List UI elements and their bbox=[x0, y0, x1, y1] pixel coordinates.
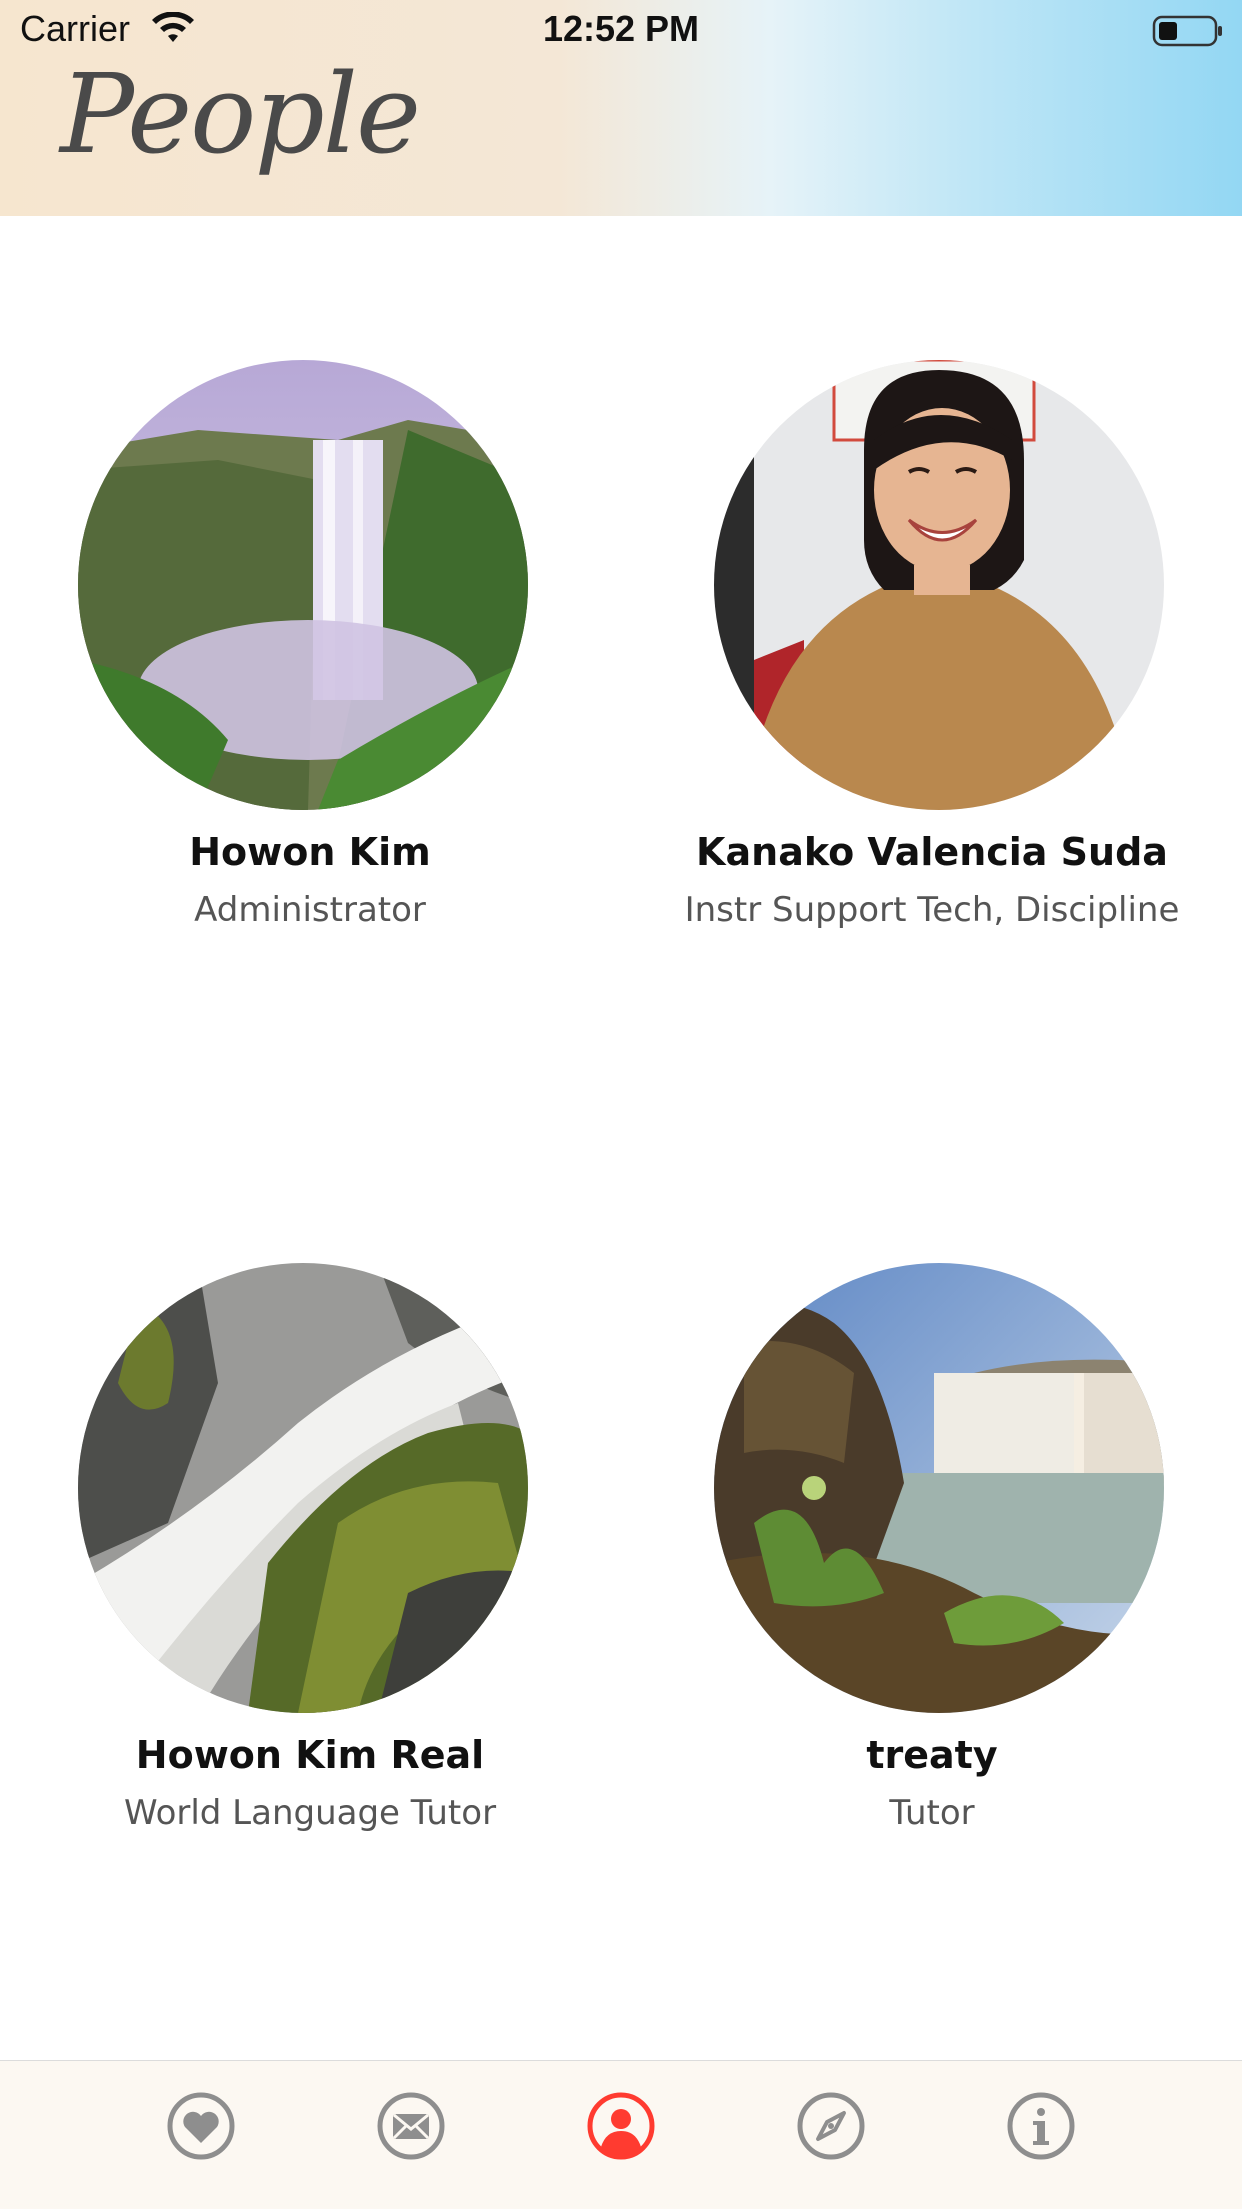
tab-info[interactable] bbox=[1006, 2091, 1076, 2161]
avatar[interactable] bbox=[714, 360, 1164, 810]
person-role: Administrator bbox=[194, 890, 426, 930]
info-icon bbox=[1006, 2091, 1076, 2161]
person-card[interactable]: treaty Tutor bbox=[622, 1263, 1242, 1863]
person-card[interactable]: Kanako Valencia Suda Instr Support Tech,… bbox=[622, 360, 1242, 960]
person-role: World Language Tutor bbox=[123, 1793, 497, 1833]
person-role: Instr Support Tech, Discipline bbox=[684, 890, 1180, 930]
tab-bar bbox=[0, 2060, 1242, 2209]
mail-icon bbox=[376, 2091, 446, 2161]
tab-explore[interactable] bbox=[796, 2091, 866, 2161]
person-name: Howon Kim bbox=[189, 830, 431, 874]
person-icon bbox=[586, 2091, 656, 2161]
person-name: Kanako Valencia Suda bbox=[696, 830, 1168, 874]
status-time: 12:52 PM bbox=[542, 8, 700, 49]
heart-icon bbox=[166, 2091, 236, 2161]
avatar[interactable] bbox=[78, 360, 528, 810]
tab-messages[interactable] bbox=[376, 2091, 446, 2161]
battery-icon bbox=[1152, 14, 1224, 48]
person-name: treaty bbox=[866, 1733, 998, 1777]
tab-favorites[interactable] bbox=[166, 2091, 236, 2161]
header: Carrier 12:52 PM People bbox=[0, 0, 1242, 216]
compass-icon bbox=[796, 2091, 866, 2161]
avatar[interactable] bbox=[78, 1263, 528, 1713]
person-name: Howon Kim Real bbox=[135, 1733, 485, 1777]
page-title: People bbox=[60, 50, 421, 178]
person-role: Tutor bbox=[889, 1793, 975, 1833]
person-card[interactable]: Howon Kim Administrator bbox=[0, 360, 620, 960]
avatar[interactable] bbox=[714, 1263, 1164, 1713]
tab-people[interactable] bbox=[586, 2091, 656, 2161]
person-card[interactable]: Howon Kim Real World Language Tutor bbox=[0, 1263, 620, 1863]
